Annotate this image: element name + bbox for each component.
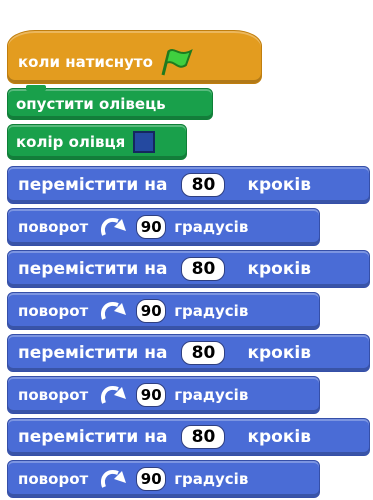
pen-down-block[interactable]: опустити олівець xyxy=(7,85,213,120)
move-steps-block[interactable]: перемістити на 80 кроків xyxy=(7,250,370,288)
move-label: перемістити на xyxy=(18,258,168,279)
pen-down-label: опустити олівець xyxy=(16,94,166,113)
steps-input[interactable]: 80 xyxy=(181,173,226,197)
turn-degrees-block[interactable]: поворот 90 градусів xyxy=(7,208,320,246)
degrees-unit-label: градусів xyxy=(174,385,249,404)
turn-label: поворот xyxy=(18,469,89,488)
move-steps-block[interactable]: перемістити на 80 кроків xyxy=(7,334,370,372)
steps-input[interactable]: 80 xyxy=(181,425,226,449)
steps-unit-label: кроків xyxy=(247,342,311,363)
hat-label: коли натиснуто xyxy=(18,52,153,71)
turn-right-icon xyxy=(101,386,127,404)
scratch-script: коли натиснуто опустити олівець колір ол… xyxy=(0,0,373,500)
steps-unit-label: кроків xyxy=(247,258,311,279)
set-pen-color-block[interactable]: колір олівця xyxy=(7,124,187,160)
steps-unit-label: кроків xyxy=(247,174,311,195)
degrees-input[interactable]: 90 xyxy=(136,383,167,407)
degrees-unit-label: градусів xyxy=(174,301,249,320)
degrees-unit-label: градусів xyxy=(174,469,249,488)
move-label: перемістити на xyxy=(18,342,168,363)
turn-right-icon xyxy=(101,470,127,488)
turn-label: поворот xyxy=(18,301,89,320)
turn-label: поворот xyxy=(18,385,89,404)
move-label: перемістити на xyxy=(18,426,168,447)
steps-unit-label: кроків xyxy=(247,426,311,447)
move-label: перемістити на xyxy=(18,174,168,195)
turn-degrees-block[interactable]: поворот 90 градусів xyxy=(7,460,320,498)
move-steps-block[interactable]: перемістити на 80 кроків xyxy=(7,166,370,204)
turn-right-icon xyxy=(101,302,127,320)
when-flag-clicked-block[interactable]: коли натиснуто xyxy=(7,30,262,84)
block-notch xyxy=(26,85,46,91)
green-flag-icon xyxy=(161,48,193,76)
turn-degrees-block[interactable]: поворот 90 градусів xyxy=(7,376,320,414)
pen-color-label: колір олівця xyxy=(16,132,126,151)
degrees-input[interactable]: 90 xyxy=(136,215,167,239)
turn-label: поворот xyxy=(18,217,89,236)
turn-right-icon xyxy=(101,218,127,236)
degrees-input[interactable]: 90 xyxy=(136,299,167,323)
pen-color-swatch[interactable] xyxy=(133,131,156,153)
turn-degrees-block[interactable]: поворот 90 градусів xyxy=(7,292,320,330)
degrees-input[interactable]: 90 xyxy=(136,467,167,491)
move-steps-block[interactable]: перемістити на 80 кроків xyxy=(7,418,370,456)
degrees-unit-label: градусів xyxy=(174,217,249,236)
steps-input[interactable]: 80 xyxy=(181,341,226,365)
steps-input[interactable]: 80 xyxy=(181,257,226,281)
